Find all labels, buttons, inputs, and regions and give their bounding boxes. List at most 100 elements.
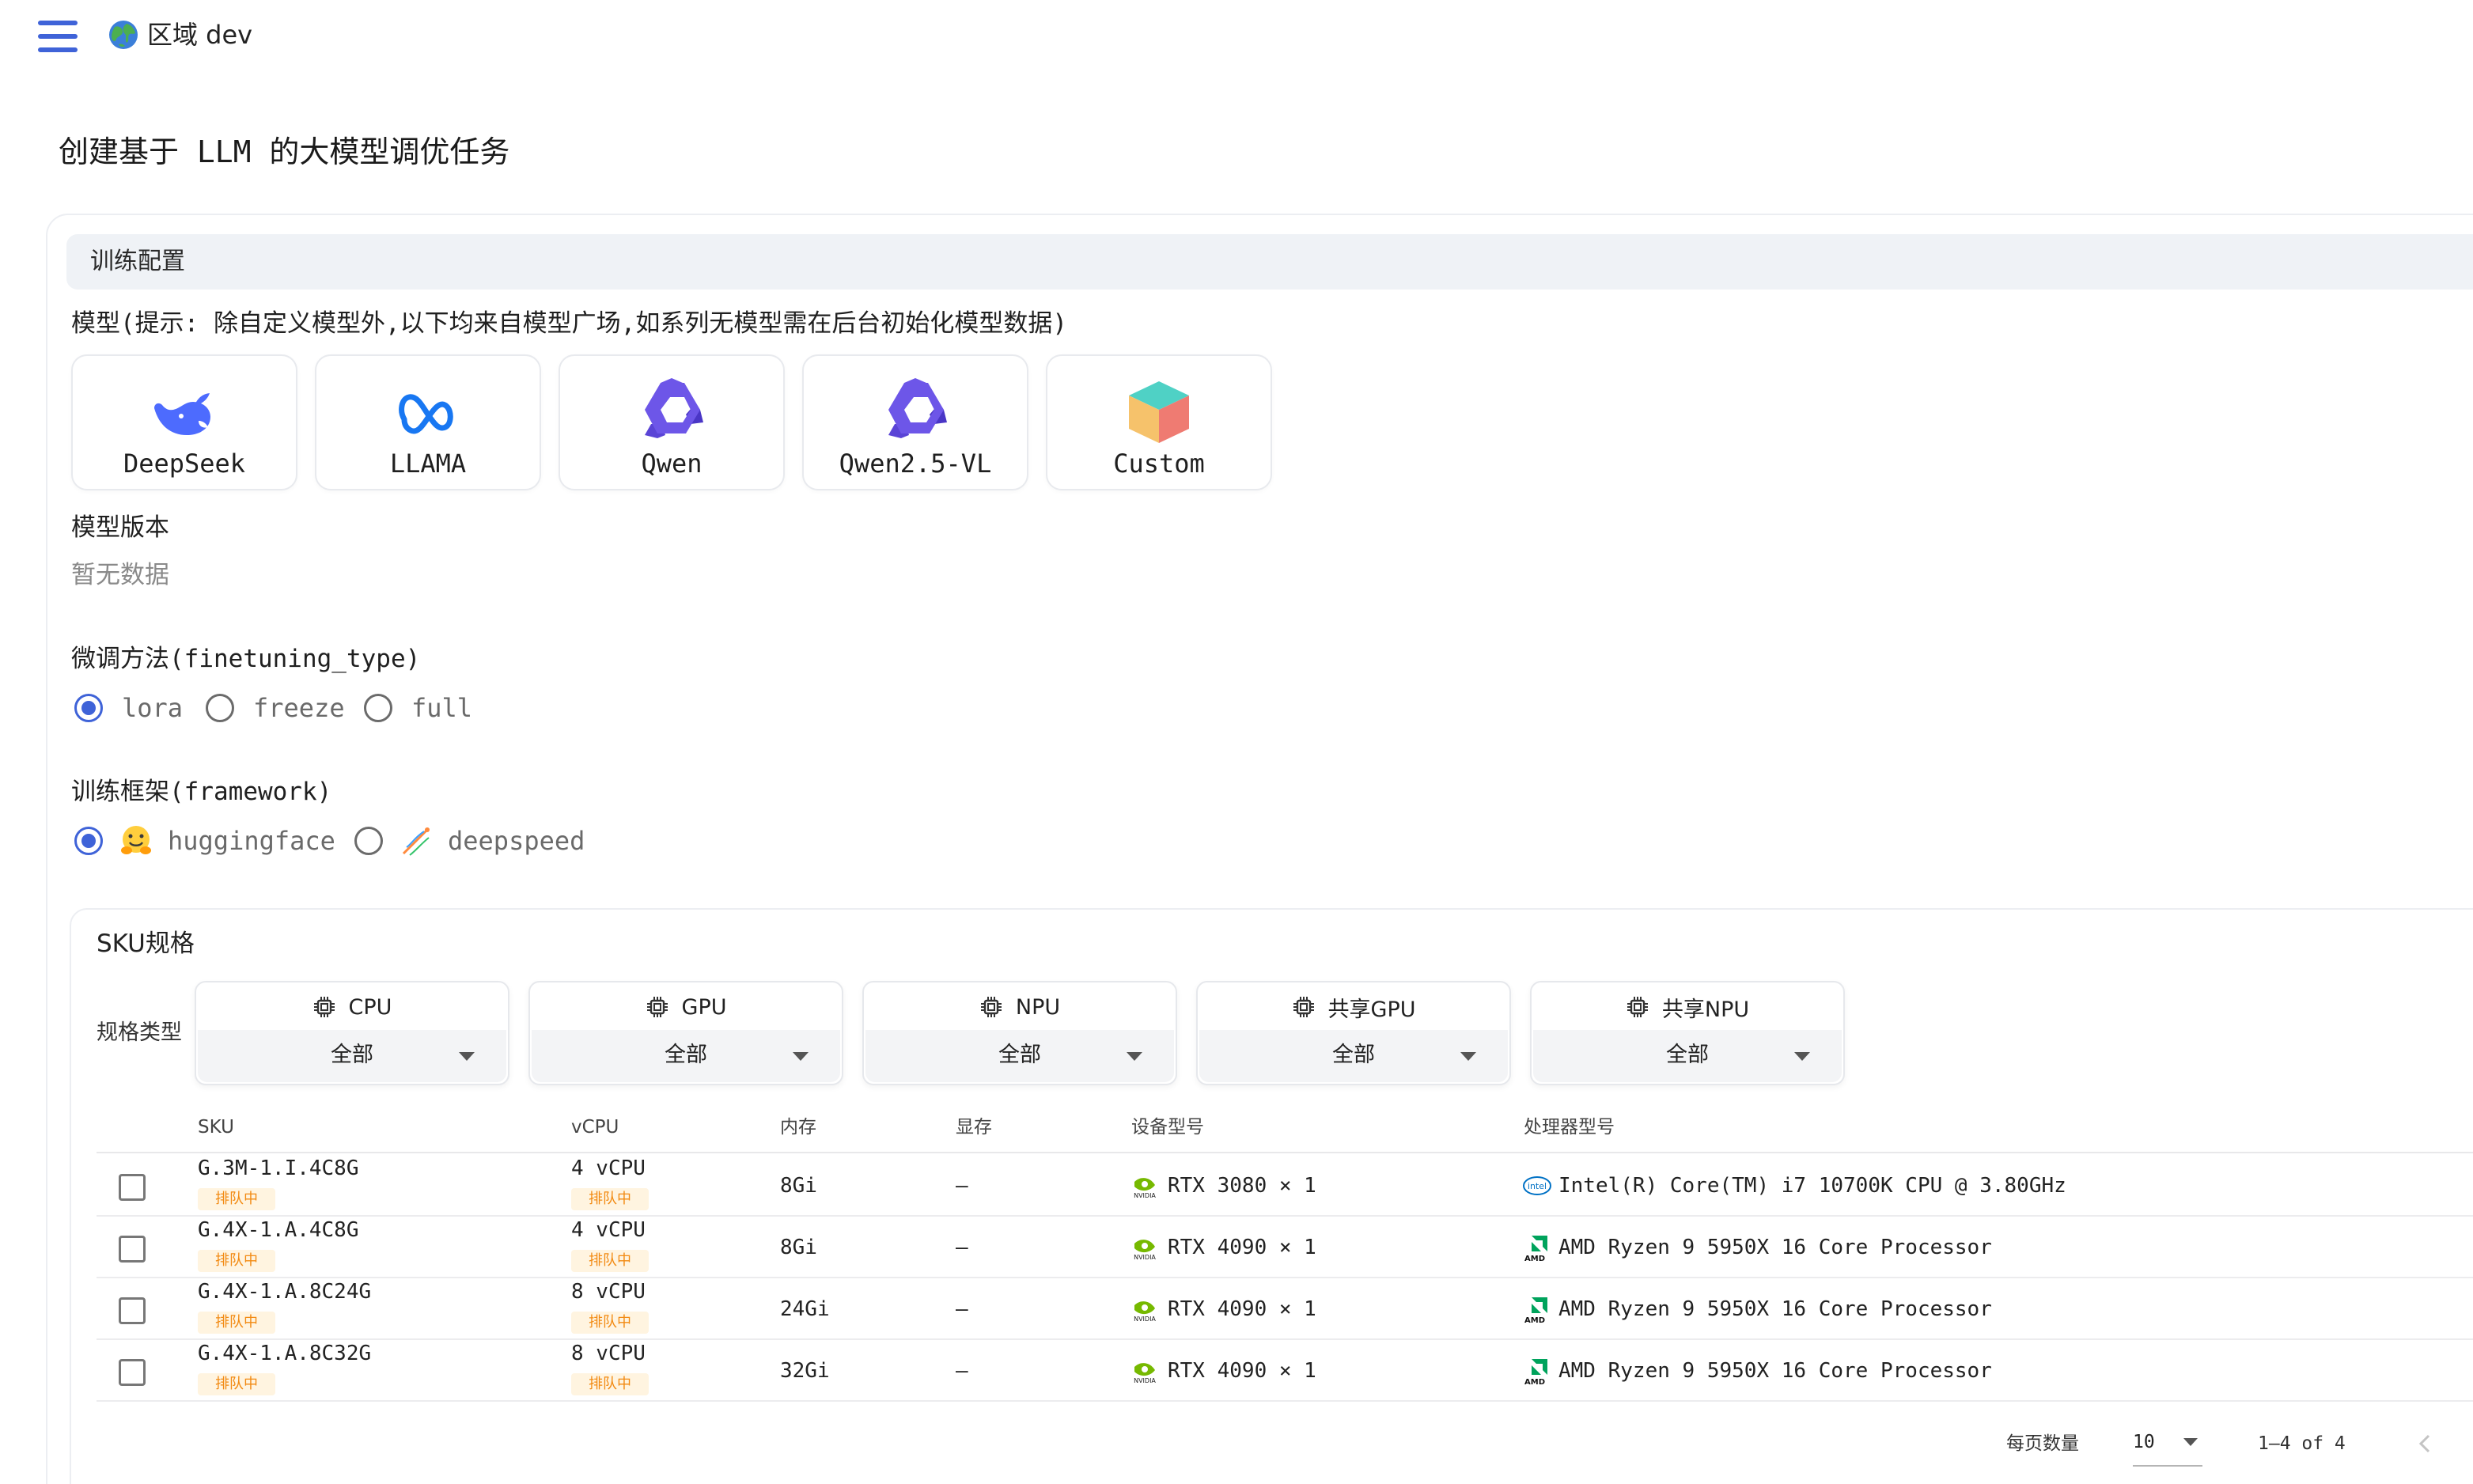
- table-row[interactable]: G.3M-1.I.4C8G 排队中 4 vCPU 排队中 8Gi – NVIDIA RTX 3…: [97, 1155, 2473, 1217]
- row-checkbox[interactable]: [119, 1359, 146, 1386]
- radio-label: deepspeed: [448, 826, 585, 856]
- rows-per-page-select[interactable]: 10: [2133, 1427, 2202, 1467]
- deepspeed-icon: [402, 827, 430, 856]
- memory-value: 24Gi: [780, 1297, 830, 1321]
- status-badge: 排队中: [198, 1188, 275, 1210]
- globe-icon: [109, 21, 138, 49]
- radio-full[interactable]: full: [364, 690, 472, 726]
- column-header-processor: 处理器型号: [1524, 1117, 1615, 1138]
- radio-deepspeed[interactable]: deepspeed: [354, 823, 585, 859]
- column-header-vcpu: vCPU: [571, 1117, 619, 1138]
- rows-per-page-value: 10: [2133, 1432, 2155, 1452]
- radio-button[interactable]: [206, 694, 234, 722]
- status-badge: 排队中: [571, 1312, 649, 1334]
- column-header-device: 设备型号: [1131, 1117, 1204, 1138]
- filter-label: 共享GPU: [1327, 997, 1416, 1022]
- chevron-down-icon: [1127, 1052, 1142, 1061]
- vcpu-value: 8 vCPU: [571, 1342, 646, 1365]
- column-header-memory: 内存: [780, 1117, 816, 1138]
- processor-value: AMD Ryzen 9 5950X 16 Core Processor: [1558, 1297, 1992, 1321]
- filter-header: 共享NPU: [1532, 989, 1843, 1025]
- chip-icon: [1293, 997, 1314, 1017]
- region-label: 区域 dev: [147, 20, 253, 50]
- device-value: RTX 4090 × 1: [1168, 1359, 1316, 1383]
- gpu-memory-value: –: [956, 1359, 968, 1383]
- filter-select[interactable]: 全部: [1533, 1030, 1842, 1082]
- svg-text:AMD: AMD: [1524, 1316, 1545, 1324]
- sku-title: SKU规格: [97, 929, 195, 958]
- filter-select[interactable]: 全部: [865, 1030, 1174, 1082]
- sku-name: G.3M-1.I.4C8G: [198, 1157, 359, 1180]
- section-title: 训练配置: [90, 248, 185, 275]
- model-name: LLAMA: [389, 449, 467, 479]
- deepseek-whale-icon: [154, 393, 210, 435]
- filter-select[interactable]: 全部: [1199, 1030, 1508, 1082]
- radio-huggingface[interactable]: huggingface: [74, 823, 335, 859]
- memory-value: 32Gi: [780, 1359, 830, 1383]
- model-card-custom[interactable]: Custom: [1046, 354, 1272, 490]
- filter-header: 共享GPU: [1198, 989, 1509, 1025]
- row-checkbox[interactable]: [119, 1236, 146, 1263]
- vcpu-value: 8 vCPU: [571, 1280, 646, 1304]
- model-card-qwen2-5-vl[interactable]: Qwen2.5-VL: [802, 354, 1028, 490]
- model-label: 模型(提示: 除自定义模型外,以下均来自模型广场,如系列无模型需在后台初始化模型…: [71, 309, 1067, 338]
- radio-button[interactable]: [74, 694, 103, 722]
- amd-icon: AMD: [1524, 1359, 1547, 1386]
- rows-per-page-label: 每页数量: [2006, 1433, 2079, 1454]
- model-card-qwen[interactable]: Qwen: [559, 354, 785, 490]
- table-header-divider: [97, 1152, 2473, 1153]
- filter-select[interactable]: 全部: [198, 1030, 506, 1082]
- qwen-icon: [888, 378, 947, 438]
- section-header: 训练配置: [66, 234, 2473, 290]
- gpu-memory-value: –: [956, 1297, 968, 1321]
- hamburger-menu-icon[interactable]: [38, 21, 78, 52]
- chevron-left-icon[interactable]: [2405, 1424, 2445, 1463]
- radio-button[interactable]: [354, 827, 383, 855]
- pagination-range: 1–4 of 4: [2258, 1433, 2346, 1454]
- radio-label: freeze: [253, 693, 345, 723]
- radio-freeze[interactable]: freeze: [206, 690, 345, 726]
- sku-name: G.4X-1.A.8C32G: [198, 1342, 372, 1365]
- vcpu-value: 4 vCPU: [571, 1157, 646, 1180]
- column-header-sku: SKU: [198, 1117, 234, 1138]
- gpu-memory-value: –: [956, 1174, 968, 1198]
- chevron-down-icon: [459, 1052, 475, 1061]
- row-checkbox[interactable]: [119, 1297, 146, 1324]
- table-row[interactable]: G.4X-1.A.8C32G 排队中 8 vCPU 排队中 32Gi – NVIDIA RTX…: [97, 1340, 2473, 1402]
- row-checkbox[interactable]: [119, 1174, 146, 1201]
- amd-icon: AMD: [1524, 1236, 1547, 1263]
- radio-lora[interactable]: lora: [74, 690, 183, 726]
- filter-label: CPU: [348, 994, 392, 1020]
- status-badge: 排队中: [198, 1312, 275, 1334]
- radio-button[interactable]: [364, 694, 392, 722]
- model-version-label: 模型版本: [71, 513, 169, 542]
- chip-icon: [646, 997, 668, 1017]
- filter-npu: NPU 全部: [862, 981, 1177, 1085]
- filter-select[interactable]: 全部: [532, 1030, 840, 1082]
- framework-label: 训练框架(framework): [71, 778, 332, 806]
- svg-text:AMD: AMD: [1524, 1255, 1545, 1263]
- status-badge: 排队中: [571, 1373, 649, 1395]
- model-name: DeepSeek: [123, 449, 246, 479]
- memory-value: 8Gi: [780, 1174, 817, 1198]
- status-badge: 排队中: [571, 1250, 649, 1272]
- filter-label: 共享NPU: [1661, 997, 1750, 1022]
- svg-text:NVIDIA: NVIDIA: [1134, 1316, 1156, 1323]
- model-card-deepseek[interactable]: DeepSeek: [71, 354, 297, 490]
- gpu-memory-value: –: [956, 1236, 968, 1259]
- model-version-empty: 暂无数据: [71, 561, 169, 589]
- processor-value: AMD Ryzen 9 5950X 16 Core Processor: [1558, 1359, 1992, 1383]
- radio-button[interactable]: [74, 827, 103, 855]
- model-name: Qwen2.5-VL: [839, 449, 992, 479]
- vcpu-value: 4 vCPU: [571, 1218, 646, 1242]
- table-row[interactable]: G.4X-1.A.4C8G 排队中 4 vCPU 排队中 8Gi – NVIDIA RTX 4…: [97, 1217, 2473, 1278]
- chevron-down-icon: [1794, 1052, 1810, 1061]
- chevron-down-icon: [2183, 1438, 2198, 1446]
- filter-header: GPU: [530, 989, 842, 1025]
- svg-text:NVIDIA: NVIDIA: [1134, 1377, 1156, 1384]
- model-card-llama[interactable]: LLAMA: [315, 354, 541, 490]
- status-badge: 排队中: [198, 1250, 275, 1272]
- filter-gpu: GPU 全部: [528, 981, 843, 1085]
- hugging-face-icon: [121, 826, 151, 854]
- table-row[interactable]: G.4X-1.A.8C24G 排队中 8 vCPU 排队中 24Gi – NVIDIA RTX…: [97, 1278, 2473, 1340]
